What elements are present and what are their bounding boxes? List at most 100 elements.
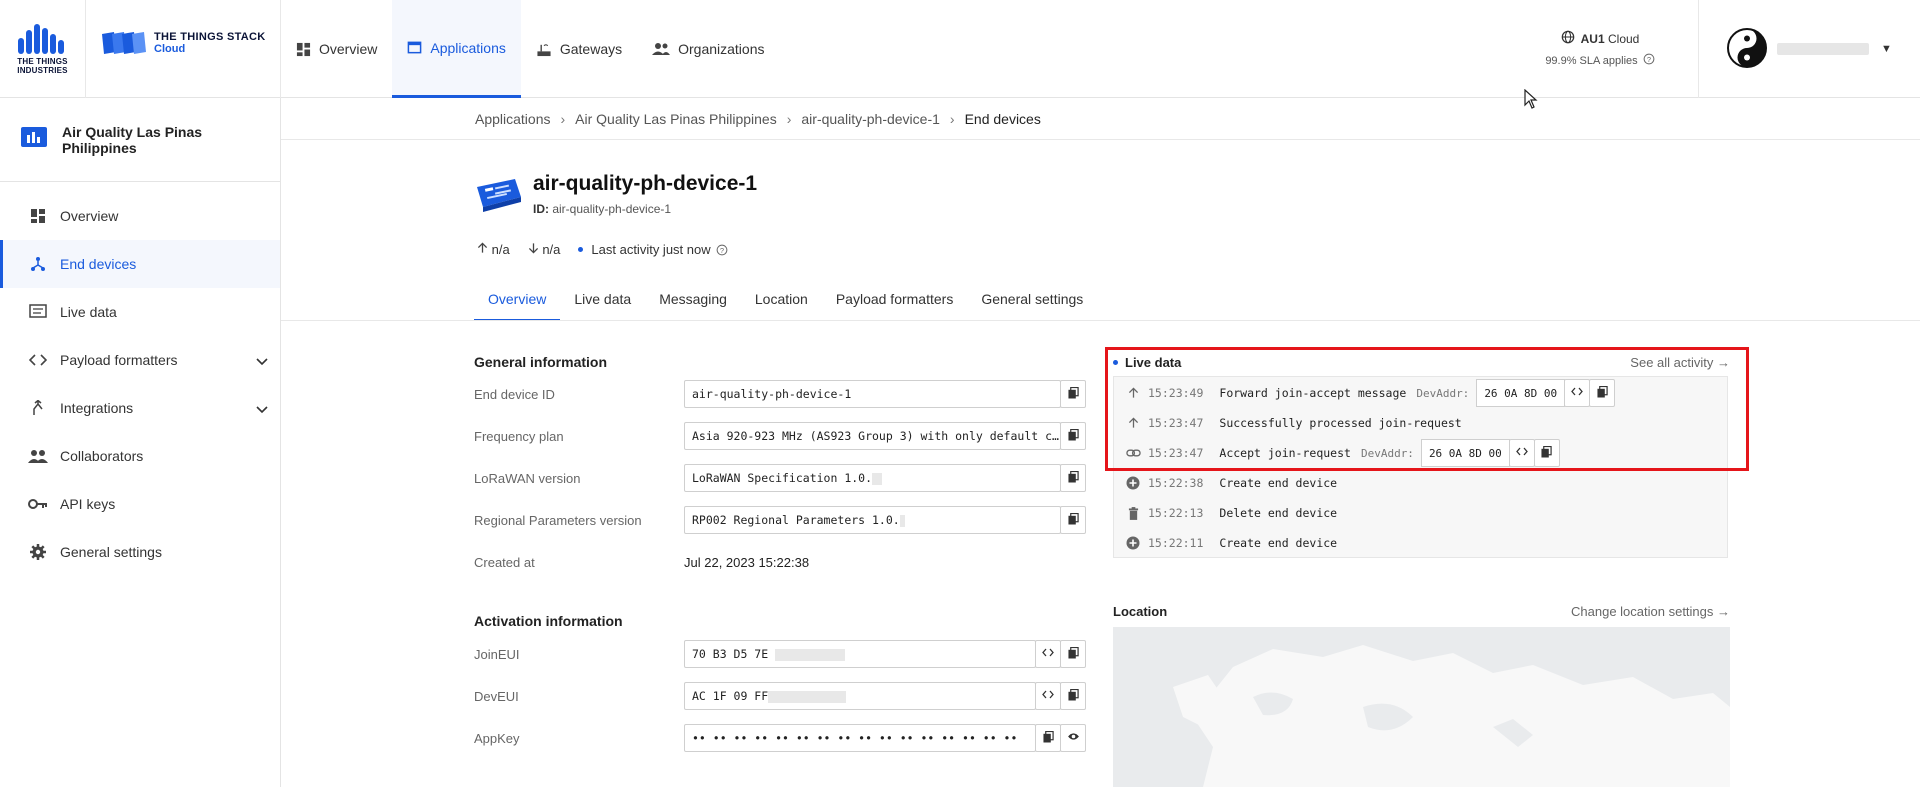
device-icon [475,173,523,216]
sidebar-app-name: Air Quality Las Pinas Philippines [62,123,203,156]
last-activity-text: Last activity just now [591,242,711,257]
end-device-id-field[interactable]: air-quality-ph-device-1 [684,380,1061,408]
copy-button[interactable] [1060,682,1086,710]
redacted-text [768,690,847,703]
toggle-format-button[interactable] [1035,640,1061,668]
regional-parameters-field[interactable]: RP002 Regional Parameters 1.0. [684,506,1061,534]
eye-icon [1067,732,1080,744]
event-message: Create end device [1219,476,1338,490]
event-time: 15:22:38 [1148,476,1204,490]
deveui-field[interactable]: AC 1F 09 FF [684,682,1036,710]
change-location-link[interactable]: Change location settings → [1571,604,1730,619]
tab-live-data[interactable]: Live data [560,283,645,321]
breadcrumb-application[interactable]: Air Quality Las Pinas Philippines [575,111,777,127]
copy-button[interactable] [1060,506,1086,534]
code-icon [1042,690,1054,702]
appkey-field[interactable]: •• •• •• •• •• •• •• •• •• •• •• •• •• •… [684,724,1036,752]
field-label: LoRaWAN version [474,470,581,486]
field-appkey: AppKey •• •• •• •• •• •• •• •• •• •• •• … [474,724,1086,752]
breadcrumb-applications[interactable]: Applications [475,111,551,127]
tab-messaging[interactable]: Messaging [645,283,741,321]
field-label: Created at [474,554,535,570]
event-row[interactable]: 15:22:38 Create end device [1124,469,1347,497]
tab-overview[interactable]: Overview [474,283,561,321]
sidebar-item-general-settings[interactable]: General settings [0,528,280,576]
copy-icon [1067,688,1079,704]
nav-gateways[interactable]: Gateways [521,0,637,98]
user-menu[interactable]: ▼ [1698,0,1920,98]
event-row[interactable]: 15:22:11 Create end device [1124,529,1347,557]
code-icon [1042,648,1054,660]
redacted-text [899,514,905,527]
downlink-stat: n/a [528,242,561,257]
field-value: 70 B3 D5 7E [692,647,769,661]
page-title: air-quality-ph-device-1 [533,172,758,195]
lorawan-version-field[interactable]: LoRaWAN Specification 1.0. [684,464,1061,492]
chevron-right-icon: › [786,110,792,127]
copy-button[interactable] [1060,380,1086,408]
device-header: air-quality-ph-device-1 ID: air-quality-… [475,172,757,216]
copy-button[interactable] [1060,422,1086,450]
tab-location[interactable]: Location [741,283,822,321]
joineui-field[interactable]: 70 B3 D5 7E [684,640,1036,668]
tab-general-settings[interactable]: General settings [967,283,1097,321]
sidebar-item-label: General settings [60,544,162,560]
field-value: air-quality-ph-device-1 [692,387,852,401]
field-label: JoinEUI [474,646,520,662]
device-id-line: ID: air-quality-ph-device-1 [533,202,757,216]
chevron-down-icon[interactable] [256,353,268,369]
event-time: 15:22:13 [1148,506,1204,520]
help-icon[interactable]: ? [716,244,728,256]
copy-button[interactable] [1035,724,1061,752]
event-message: Create end device [1219,536,1338,550]
tti-logo[interactable]: THE THINGS INDUSTRIES [0,0,86,98]
plus-circle-icon [1124,476,1142,490]
svg-text:?: ? [1647,55,1651,64]
sidebar-item-integrations[interactable]: Integrations [0,384,280,432]
nav-overview[interactable]: Overview [281,0,392,98]
event-row[interactable]: 15:22:13 Delete end device [1124,499,1347,527]
copy-button[interactable] [1060,640,1086,668]
nav-applications[interactable]: Applications [392,0,521,98]
top-bar: THE THINGS INDUSTRIES THE THINGS STACK C… [0,0,1920,98]
highlight-box [1105,347,1749,471]
sidebar-item-end-devices[interactable]: End devices [0,240,280,288]
frequency-plan-field[interactable]: Asia 920-923 MHz (AS923 Group 3) with on… [684,422,1061,450]
cluster-info[interactable]: AU1 Cloud 99.9% SLA applies ? [1545,30,1655,68]
help-icon[interactable]: ? [1643,53,1655,68]
field-end-device-id: End device ID air-quality-ph-device-1 [474,380,1086,408]
field-regional-parameters: Regional Parameters version RP002 Region… [474,506,1086,534]
gear-icon [28,543,48,561]
field-label: Frequency plan [474,428,564,444]
downlink-value: n/a [542,242,561,257]
sidebar-item-api-keys[interactable]: API keys [0,480,280,528]
sidebar-item-overview[interactable]: Overview [0,192,280,240]
location-header: Location Change location settings → [1113,604,1730,619]
chevron-down-icon[interactable] [256,401,268,417]
breadcrumb-device[interactable]: air-quality-ph-device-1 [801,111,940,127]
redacted-text [775,648,846,661]
tts-logo[interactable]: THE THINGS STACK Cloud [100,30,266,56]
sidebar-item-live-data[interactable]: Live data [0,288,280,336]
device-tabs: Overview Live data Messaging Location Pa… [474,283,1097,321]
copy-icon [1042,730,1054,746]
copy-icon [1067,470,1079,486]
svg-text:?: ? [720,246,724,255]
map-graphic [1113,627,1730,787]
tab-payload-formatters[interactable]: Payload formatters [822,283,968,321]
sla-text: 99.9% SLA applies [1545,54,1638,67]
general-info-title: General information [474,354,608,370]
field-deveui: DevEUI AC 1F 09 FF [474,682,1086,710]
sidebar-item-payload-formatters[interactable]: Payload formatters [0,336,280,384]
event-message: Delete end device [1219,506,1338,520]
show-secret-button[interactable] [1060,724,1086,752]
sidebar-item-collaborators[interactable]: Collaborators [0,432,280,480]
sidebar-app-header[interactable]: Air Quality Las Pinas Philippines [0,98,280,182]
nav-organizations[interactable]: Organizations [637,0,779,98]
field-created-at: Created at Jul 22, 2023 15:22:38 [474,548,1086,576]
location-map[interactable] [1113,627,1730,787]
copy-button[interactable] [1060,464,1086,492]
devices-icon [28,256,48,272]
sidebar-item-label: Integrations [60,400,134,416]
toggle-format-button[interactable] [1035,682,1061,710]
